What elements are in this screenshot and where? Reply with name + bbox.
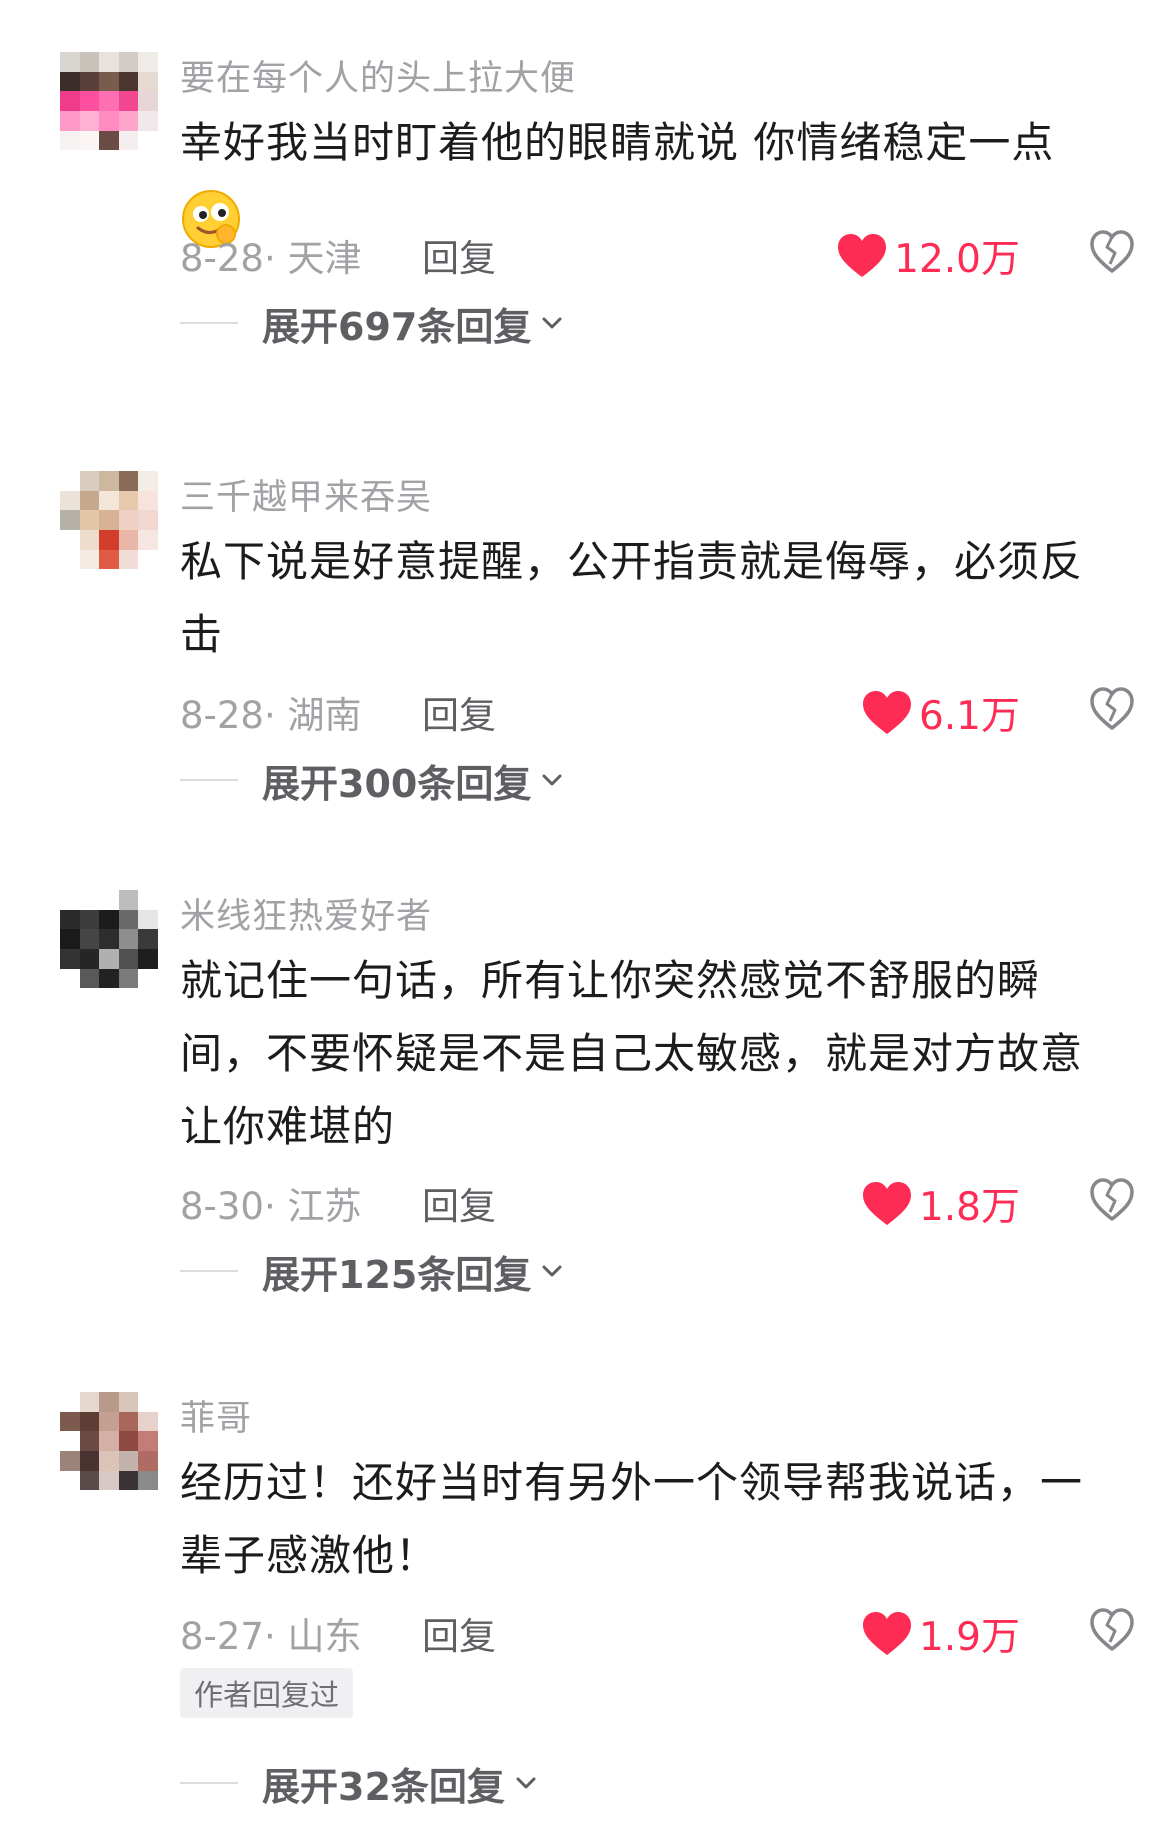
broken-heart-icon (1090, 1178, 1134, 1221)
heart-icon (862, 691, 911, 734)
comment-text-content: 幸好我当时盯着他的眼睛就说 你情绪稳定一点 (180, 118, 1055, 167)
comment-text-content: 私下说是好意提醒，公开指责就是侮辱，必须反击 (180, 537, 1084, 659)
broken-heart-icon (1090, 687, 1134, 730)
like-button[interactable]: 1.8万 (861, 1176, 1020, 1232)
expand-replies-button[interactable]: 展开125条回复 (180, 1246, 565, 1297)
like-button[interactable]: 1.9万 (861, 1606, 1020, 1662)
author-replied-badge: 作者回复过 (180, 1668, 354, 1718)
chevron-down-icon (516, 1777, 536, 1789)
expand-replies-button[interactable]: 展开32条回复 (180, 1758, 539, 1809)
comment-text-content: 经历过！还好当时有另外一个领导帮我说话，一辈子感激他！ (180, 1458, 1084, 1580)
heart-icon (862, 1612, 911, 1655)
heart-icon (838, 234, 887, 277)
divider-line (180, 1782, 238, 1784)
comment-meta: 8-27· 山东 回复 1.9万 (180, 1606, 1140, 1662)
comment-list: 要在每个人的头上拉大便 幸好我当时盯着他的眼睛就说 你情绪稳定一点 8-28· … (0, 0, 1170, 1841)
expand-replies-label: 展开300条回复 (262, 761, 532, 806)
username[interactable]: 三千越甲来吞吴 (180, 469, 432, 520)
username[interactable]: 要在每个人的头上拉大便 (180, 50, 576, 101)
like-count: 1.9万 (918, 1615, 1020, 1660)
chevron-down-icon (542, 1265, 562, 1277)
dislike-button[interactable] (1088, 228, 1140, 280)
avatar[interactable] (60, 52, 158, 170)
comment-text-content: 就记住一句话，所有让你突然感觉不舒服的瞬间，不要怀疑是不是自己太敏感，就是对方故… (180, 956, 1084, 1151)
chevron-down-icon (542, 774, 562, 786)
divider-line (180, 779, 238, 781)
reply-button[interactable]: 回复 (422, 228, 496, 282)
expand-replies-label: 展开125条回复 (262, 1252, 532, 1297)
date-location: 8-28· 湖南 (180, 694, 362, 737)
expand-replies-button[interactable]: 展开697条回复 (180, 298, 565, 349)
broken-heart-icon (1090, 1608, 1134, 1651)
dislike-button[interactable] (1088, 1606, 1140, 1658)
date-location: 8-28· 天津 (180, 237, 362, 280)
date-location: 8-30· 江苏 (180, 1185, 362, 1228)
reply-button[interactable]: 回复 (422, 1606, 496, 1660)
avatar[interactable] (60, 471, 158, 589)
username[interactable]: 米线狂热爱好者 (180, 888, 432, 939)
dislike-button[interactable] (1088, 1176, 1140, 1228)
like-button[interactable]: 6.1万 (861, 685, 1020, 741)
date-location: 8-27· 山东 (180, 1615, 362, 1658)
heart-icon (862, 1182, 911, 1225)
like-count: 6.1万 (918, 694, 1020, 739)
like-count: 12.0万 (894, 237, 1020, 282)
username[interactable]: 菲哥 (180, 1390, 252, 1441)
chevron-down-icon (542, 317, 562, 329)
reply-button[interactable]: 回复 (422, 1176, 496, 1230)
avatar[interactable] (60, 1392, 158, 1510)
avatar[interactable] (60, 890, 158, 1008)
comment-text: 私下说是好意提醒，公开指责就是侮辱，必须反击 (180, 525, 1110, 671)
expand-replies-button[interactable]: 展开300条回复 (180, 755, 565, 806)
like-button[interactable]: 12.0万 (836, 228, 1020, 284)
reply-button[interactable]: 回复 (422, 685, 496, 739)
divider-line (180, 322, 238, 324)
comment-meta: 8-30· 江苏 回复 1.8万 (180, 1176, 1140, 1232)
expand-replies-label: 展开697条回复 (262, 304, 532, 349)
divider-line (180, 1270, 238, 1272)
broken-heart-icon (1090, 230, 1134, 273)
dislike-button[interactable] (1088, 685, 1140, 737)
like-count: 1.8万 (918, 1185, 1020, 1230)
comment-text: 经历过！还好当时有另外一个领导帮我说话，一辈子感激他！ (180, 1446, 1110, 1592)
expand-replies-label: 展开32条回复 (262, 1764, 505, 1809)
comment-meta: 8-28· 天津 回复 12.0万 (180, 228, 1140, 284)
comment-meta: 8-28· 湖南 回复 6.1万 (180, 685, 1140, 741)
comment-text: 就记住一句话，所有让你突然感觉不舒服的瞬间，不要怀疑是不是自己太敏感，就是对方故… (180, 944, 1110, 1163)
